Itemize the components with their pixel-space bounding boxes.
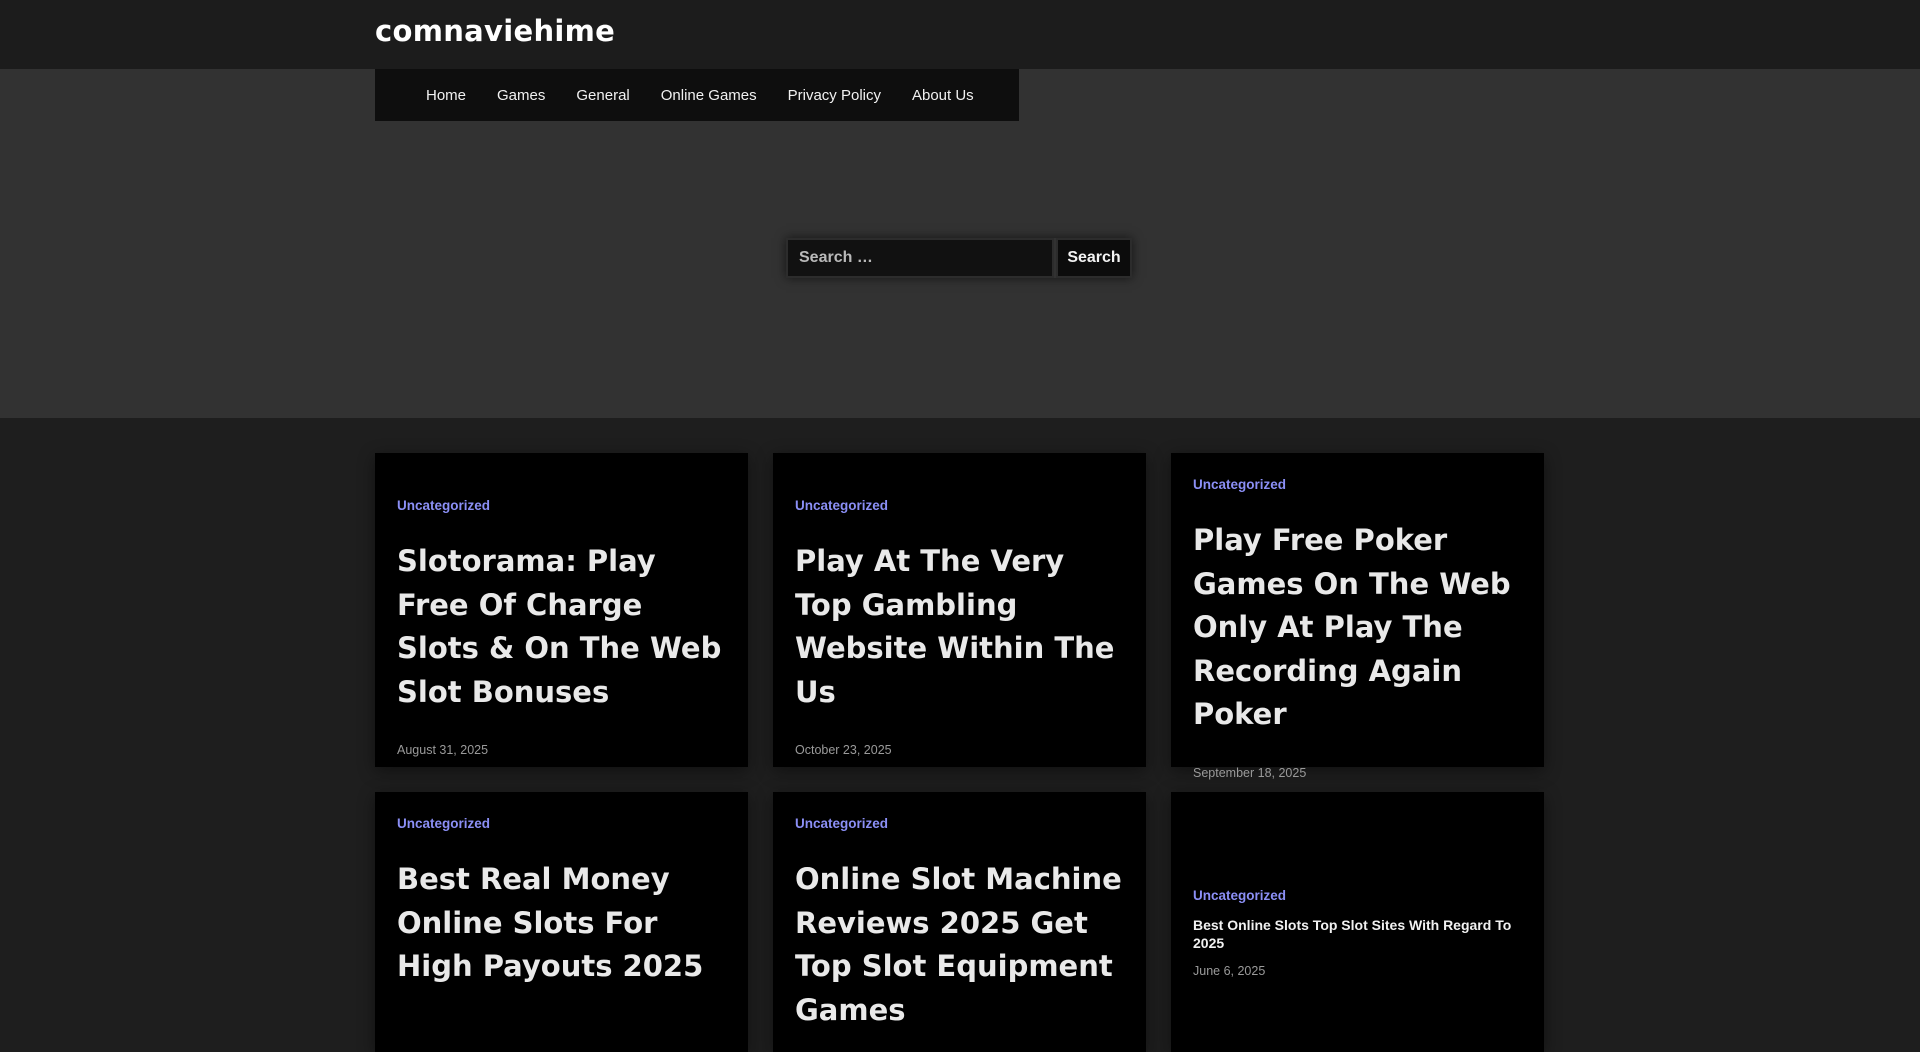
search-form: Search [786,238,1132,278]
post-title[interactable]: Best Real Money Online Slots For High Pa… [397,858,726,989]
post-card: Uncategorized Best Online Slots Top Slot… [1171,792,1544,1052]
post-date: August 31, 2025 [397,743,489,757]
post-date: June 6, 2025 [1193,964,1266,978]
post-title[interactable]: Best Online Slots Top Slot Sites With Re… [1193,916,1522,952]
post-title[interactable]: Play At The Very Top Gambling Website Wi… [795,540,1124,714]
post-card: Uncategorized Slotorama: Play Free Of Ch… [375,453,748,767]
site-header: comnaviehime [0,0,1920,70]
site-title[interactable]: comnaviehime [375,14,615,48]
nav-item-games[interactable]: Games [497,87,545,104]
search-input[interactable] [786,238,1054,278]
nav-item-privacy-policy[interactable]: Privacy Policy [788,87,881,104]
post-category[interactable]: Uncategorized [397,816,726,831]
search-button[interactable]: Search [1056,238,1132,278]
post-title[interactable]: Slotorama: Play Free Of Charge Slots & O… [397,540,726,714]
nav-item-online-games[interactable]: Online Games [661,87,757,104]
post-title[interactable]: Play Free Poker Games On The Web Only At… [1193,519,1522,737]
post-category[interactable]: Uncategorized [397,498,726,513]
post-card: Uncategorized Online Slot Machine Review… [773,792,1146,1052]
nav-item-home[interactable]: Home [426,87,466,104]
post-date: October 23, 2025 [795,743,892,757]
post-date: September 18, 2025 [1193,765,1307,780]
post-card: Uncategorized Best Real Money Online Slo… [375,792,748,1052]
nav-item-about-us[interactable]: About Us [912,87,974,104]
post-category[interactable]: Uncategorized [1193,888,1522,903]
post-category[interactable]: Uncategorized [1193,477,1522,492]
post-title[interactable]: Online Slot Machine Reviews 2025 Get Top… [795,858,1124,1032]
post-card: Uncategorized Play Free Poker Games On T… [1171,453,1544,780]
post-category[interactable]: Uncategorized [795,498,1124,513]
post-category[interactable]: Uncategorized [795,816,1124,831]
post-card: Uncategorized Play At The Very Top Gambl… [773,453,1146,767]
main-nav: Home Games General Online Games Privacy … [375,69,1019,121]
nav-item-general[interactable]: General [576,87,629,104]
